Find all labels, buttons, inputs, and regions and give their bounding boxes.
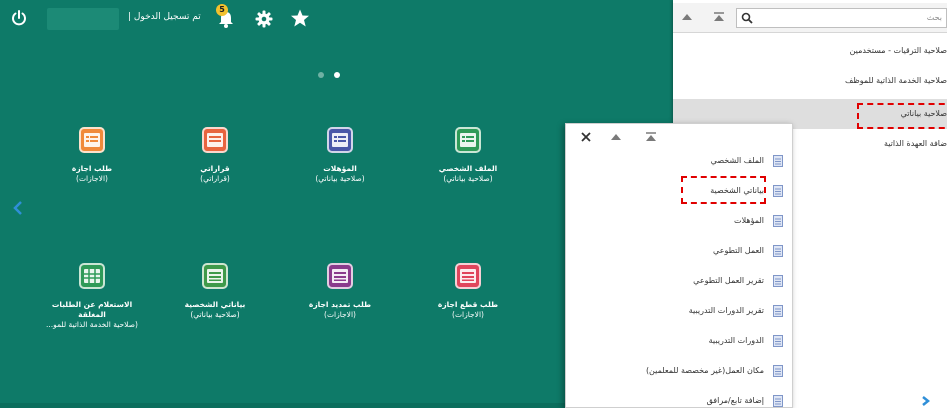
submenu-item[interactable]: مكان العمل(غير مخصصة للمعلمين) bbox=[566, 356, 792, 386]
chevron-up-icon[interactable] bbox=[681, 12, 693, 22]
star-icon[interactable] bbox=[290, 8, 310, 28]
navigator-item[interactable]: صلاحية الترقيات - مستخدمين bbox=[673, 36, 947, 66]
form-icon bbox=[455, 263, 481, 289]
submenu-item[interactable]: تقرير الدورات التدريبية bbox=[566, 296, 792, 326]
document-icon bbox=[773, 275, 783, 287]
tile-leave-cut[interactable]: طلب قطع اجازة (الاجازات) bbox=[413, 263, 523, 320]
tile-title: طلب قطع اجازة bbox=[437, 300, 499, 309]
navigator-item[interactable]: صلاحية الخدمة الذاتية للموظف bbox=[673, 66, 947, 96]
document-icon bbox=[773, 155, 783, 167]
tile-leave-extension[interactable]: طلب تمديد اجازة (الاجازات) bbox=[285, 263, 395, 320]
submenu-item[interactable]: العمل التطوعي bbox=[566, 236, 792, 266]
submenu-item[interactable]: المؤهلات bbox=[566, 206, 792, 236]
user-name-box[interactable] bbox=[47, 8, 119, 30]
tile-leave-request[interactable]: طلب اجازة (الاجازات) bbox=[37, 127, 147, 184]
tile-title: الملف الشخصي bbox=[438, 164, 498, 173]
search-placeholder: بحث bbox=[926, 13, 942, 22]
submenu-item-label: تقرير الدورات التدريبية bbox=[688, 306, 764, 315]
submenu-item[interactable]: تقرير العمل التطوعي bbox=[566, 266, 792, 296]
form-icon bbox=[79, 127, 105, 153]
submenu-item[interactable]: الملف الشخصي bbox=[566, 146, 792, 176]
form-icon bbox=[327, 127, 353, 153]
tile-subtitle: (صلاحية بياناتي) bbox=[443, 174, 493, 183]
tile-personal-file[interactable]: الملف الشخصي (صلاحية بياناتي) bbox=[413, 127, 523, 184]
submenu-toolbar bbox=[566, 124, 792, 148]
search-icon bbox=[741, 12, 753, 24]
submenu-item-label: إضافة تابع/مرافق bbox=[706, 396, 764, 405]
document-icon bbox=[773, 335, 783, 347]
tile-subtitle: (الاجازات) bbox=[76, 174, 108, 183]
submenu-item-label: الدورات التدريبية bbox=[708, 336, 764, 345]
submenu-item[interactable]: الدورات التدريبية bbox=[566, 326, 792, 356]
form-icon bbox=[202, 127, 228, 153]
scroll-to-top-icon[interactable] bbox=[713, 11, 725, 23]
scroll-to-top-icon[interactable] bbox=[645, 131, 657, 143]
tile-title: طلب اجازة bbox=[71, 164, 113, 173]
highlight-annotation bbox=[857, 103, 947, 129]
form-icon bbox=[455, 127, 481, 153]
gear-icon[interactable] bbox=[255, 10, 273, 28]
tile-subtitle: (صلاحية بياناتي) bbox=[190, 310, 240, 319]
document-icon bbox=[773, 395, 783, 407]
submenu-item-label: العمل التطوعي bbox=[713, 246, 764, 255]
tile-subtitle: (الاجازات) bbox=[452, 310, 484, 319]
submenu-popup: الملف الشخصي بياناتي الشخصية المؤهلات ال… bbox=[565, 123, 793, 408]
document-icon bbox=[773, 215, 783, 227]
tile-title: طلب تمديد اجازة bbox=[308, 300, 372, 309]
submenu-item[interactable]: إضافة تابع/مرافق bbox=[566, 386, 792, 407]
table-icon bbox=[202, 263, 228, 289]
page-dot[interactable] bbox=[318, 72, 324, 78]
submenu-item-label: المؤهلات bbox=[734, 216, 764, 225]
highlight-annotation bbox=[681, 176, 766, 204]
tile-subtitle: (قراراتي) bbox=[200, 174, 230, 183]
table-icon bbox=[79, 263, 105, 289]
tile-title: المؤهلات bbox=[323, 164, 357, 173]
chevron-up-icon[interactable] bbox=[610, 132, 622, 142]
search-input[interactable]: بحث bbox=[736, 8, 947, 28]
document-icon bbox=[773, 305, 783, 317]
tile-subtitle: (صلاحية الخدمة الذاتية للمو... bbox=[46, 320, 138, 329]
top-bar: تم تسجيل الدخول | 5 bbox=[0, 0, 680, 38]
tile-title: بياناتي الشخصية bbox=[184, 300, 246, 309]
tile-title: الاستعلام عن الطلبات المغلقة bbox=[51, 300, 133, 319]
form-icon bbox=[327, 263, 353, 289]
notification-badge: 5 bbox=[216, 4, 228, 16]
document-icon bbox=[773, 185, 783, 197]
submenu-item-label: تقرير العمل التطوعي bbox=[693, 276, 764, 285]
document-icon bbox=[773, 365, 783, 377]
page-dot-active[interactable] bbox=[334, 72, 340, 78]
tile-title: قراراتي bbox=[200, 164, 230, 173]
submenu-item-label: الملف الشخصي bbox=[710, 156, 764, 165]
power-icon[interactable] bbox=[10, 9, 28, 27]
document-icon bbox=[773, 245, 783, 257]
close-icon[interactable] bbox=[581, 132, 591, 142]
chevron-right-icon[interactable] bbox=[920, 395, 932, 407]
tile-qualifications[interactable]: المؤهلات (صلاحية بياناتي) bbox=[285, 127, 395, 184]
tile-subtitle: (الاجازات) bbox=[324, 310, 356, 319]
chevron-left-icon[interactable] bbox=[12, 200, 24, 216]
navigator-toolbar: بحث bbox=[673, 3, 947, 33]
tile-my-personal-data[interactable]: بياناتي الشخصية (صلاحية بياناتي) bbox=[160, 263, 270, 320]
tile-closed-requests-inquiry[interactable]: الاستعلام عن الطلبات المغلقة (صلاحية الخ… bbox=[37, 263, 147, 330]
submenu-item-label: مكان العمل(غير مخصصة للمعلمين) bbox=[645, 366, 764, 375]
tile-subtitle: (صلاحية بياناتي) bbox=[315, 174, 365, 183]
login-status: تم تسجيل الدخول | bbox=[128, 12, 201, 22]
tile-my-decisions[interactable]: قراراتي (قراراتي) bbox=[160, 127, 270, 184]
